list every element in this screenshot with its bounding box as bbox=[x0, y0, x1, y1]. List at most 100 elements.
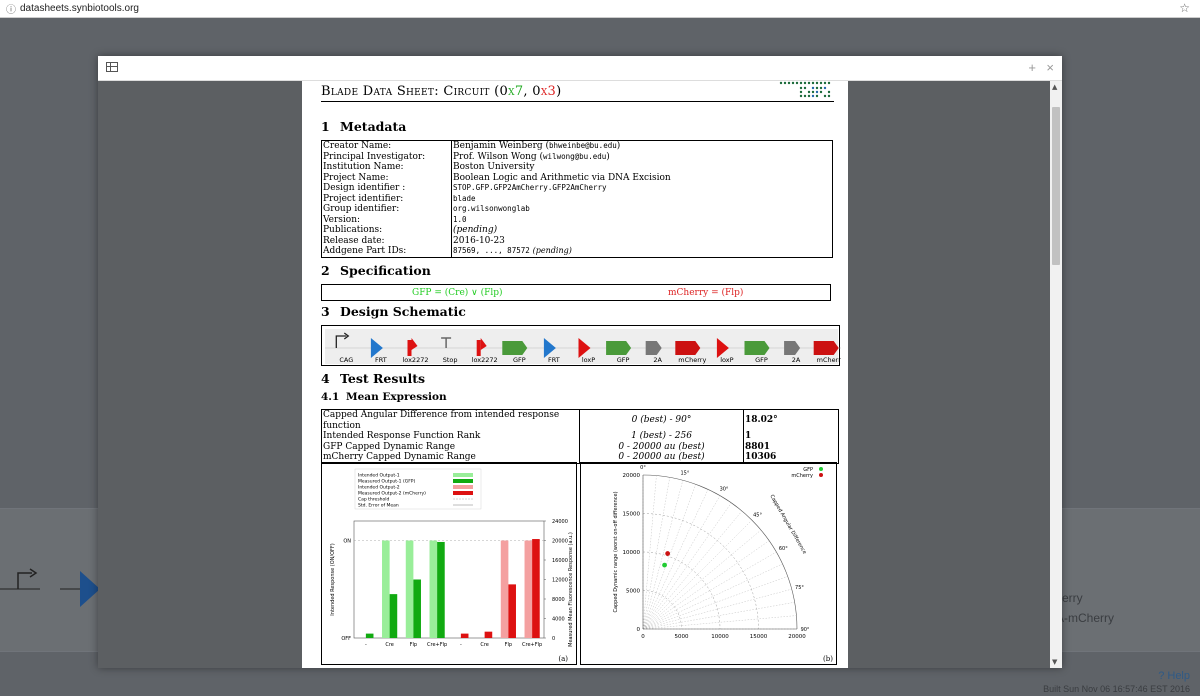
angle-ray bbox=[642, 502, 732, 630]
meta-value: Boston University bbox=[453, 162, 535, 172]
addgene-ids[interactable]: 87569, ..., 87572 bbox=[453, 246, 530, 255]
build-footer: Built Sun Nov 06 16:57:46 EST 2016 bbox=[1043, 684, 1190, 694]
scrollbar[interactable]: ▲ ▼ bbox=[1050, 81, 1062, 668]
part-label: lox2272 bbox=[472, 356, 498, 364]
meta-key: Project Name: bbox=[321, 172, 452, 183]
section-label: Mean Expression bbox=[346, 391, 447, 403]
legend-swatch bbox=[453, 479, 473, 483]
lox2272-icon bbox=[476, 340, 481, 356]
y-tick-label: 5000 bbox=[626, 589, 640, 595]
gfp-cds-icon bbox=[744, 341, 770, 355]
legend-label: mCherry bbox=[791, 473, 813, 479]
chart-legend: Intended Output-1Measured Output-1 (GFP)… bbox=[354, 468, 482, 510]
pi-name: Prof. Wilson Wong ( bbox=[453, 151, 544, 162]
table-row: Design identifier : STOP.GFP.GFP2AmCherry… bbox=[321, 183, 833, 194]
part-label: GFP bbox=[755, 356, 768, 364]
lox2272-icon bbox=[407, 340, 412, 356]
angle-ray bbox=[642, 602, 795, 630]
result-value: 1 bbox=[745, 431, 752, 441]
meta-key: Version: bbox=[321, 214, 452, 225]
meta-value: 1.0 bbox=[453, 214, 467, 224]
part-label: loxP bbox=[582, 356, 595, 364]
creator-name: Benjamin Weinberg ( bbox=[453, 141, 550, 151]
bar-measured bbox=[413, 579, 421, 638]
table-row: Principal Investigator: Prof. Wilson Wong… bbox=[321, 151, 833, 162]
x-tick-label: - bbox=[365, 642, 367, 648]
background-text: erry bbox=[1062, 591, 1083, 605]
paren: ) bbox=[606, 151, 610, 162]
scroll-up-icon[interactable]: ▲ bbox=[1052, 83, 1057, 91]
title-mid: , 0 bbox=[523, 84, 541, 99]
meta-value: 2016-10-23 bbox=[453, 235, 505, 246]
section-number: 1 bbox=[321, 119, 330, 134]
meta-value: STOP.GFP.GFP2AmCherry.GFP2AmCherry bbox=[453, 183, 607, 192]
help-label: Help bbox=[1167, 670, 1190, 682]
y-tick-label: 0 bbox=[637, 627, 641, 633]
result-range: 0 - 20000 au (best) bbox=[579, 441, 744, 452]
bar-measured bbox=[389, 594, 398, 638]
part-label: 2A bbox=[653, 356, 662, 364]
mcherry-cds-icon bbox=[813, 341, 839, 355]
close-button[interactable]: × bbox=[1046, 60, 1054, 75]
bar-intended bbox=[429, 540, 438, 638]
y-tick-label: 10000 bbox=[623, 550, 641, 556]
meta-value: (pending) bbox=[453, 225, 498, 235]
meta-key: Publications: bbox=[321, 225, 452, 236]
angle-tick-label: 60° bbox=[779, 546, 788, 552]
scroll-thumb[interactable] bbox=[1052, 107, 1060, 265]
angle-tick-label: 45° bbox=[753, 512, 762, 518]
part-label: FRT bbox=[375, 356, 387, 364]
part-label: loxP bbox=[720, 356, 733, 364]
section-number: 4 bbox=[321, 371, 330, 386]
angle-tick-label: 0° bbox=[640, 465, 646, 471]
y-tick-label: OFF bbox=[341, 636, 351, 642]
results-table: Capped Angular Difference from intended … bbox=[321, 409, 839, 464]
section-metadata: 1 Metadata bbox=[321, 119, 406, 134]
bar-chart-svg: 0 4000 8000 12000 16000 20000 24000 OFF ON Intend… bbox=[330, 468, 574, 663]
point-mcherry bbox=[665, 551, 671, 556]
x-tick-label: 5000 bbox=[675, 634, 689, 640]
legend-marker bbox=[819, 467, 823, 471]
legend-label: Intended Output-2 bbox=[358, 485, 400, 491]
bar-intended bbox=[382, 540, 390, 638]
help-link[interactable]: ? Help bbox=[1158, 670, 1190, 682]
part-label: 2A bbox=[792, 356, 801, 364]
scroll-down-icon[interactable]: ▼ bbox=[1052, 658, 1057, 666]
title-prefix: Blade Data Sheet: Circuit (0 bbox=[321, 84, 509, 99]
address-bar[interactable]: ⓘ datasheets.synbiotools.org ☆ bbox=[0, 0, 1200, 18]
info-icon[interactable]: ⓘ bbox=[4, 2, 18, 16]
part-label: CAG bbox=[339, 356, 353, 364]
y2-tick-label: 12000 bbox=[552, 578, 568, 584]
table-row: Creator Name: Benjamin Weinberg (bhweinbe… bbox=[321, 140, 833, 152]
background-schematic bbox=[0, 568, 100, 607]
result-value: 18.02° bbox=[745, 415, 778, 426]
creator-email[interactable]: bhweinbe@bu.edu bbox=[549, 141, 617, 150]
expand-button[interactable]: + bbox=[1028, 60, 1036, 75]
part-label: GFP bbox=[617, 356, 630, 364]
title-rule bbox=[321, 101, 834, 102]
bookmark-star-icon[interactable]: ☆ bbox=[1179, 1, 1190, 15]
meta-key: Principal Investigator: bbox=[321, 151, 452, 162]
result-range: 0 (best) - 90° bbox=[579, 409, 744, 431]
y-axis-label: Capped Dynamic range (worst on-off diffe… bbox=[613, 491, 619, 612]
x-tick-label: Cre bbox=[385, 642, 394, 648]
schematic-svg: CAG FRT lox2272 Stop lox2272 GFP FRT loxP GFP 2A m… bbox=[325, 329, 841, 364]
table-row: Addgene Part IDs: 87569, ..., 87572 (pend… bbox=[321, 246, 833, 257]
y2-axis-label: Measured Mean Fluorescence Response (a.u… bbox=[568, 532, 574, 647]
url-text[interactable]: datasheets.synbiotools.org bbox=[20, 3, 139, 14]
y2-tick-label: 8000 bbox=[552, 597, 565, 603]
table-row: Project Name: Boolean Logic and Arithmeti… bbox=[321, 172, 833, 183]
section-number: 3 bbox=[321, 304, 330, 319]
section-number: 4.1 bbox=[321, 391, 340, 403]
y2-tick-label: 0 bbox=[552, 636, 555, 642]
title-x1: x7 bbox=[508, 84, 524, 99]
background-text: A-mCherry bbox=[1056, 611, 1115, 625]
result-label: Capped Angular Difference from intended … bbox=[321, 409, 580, 431]
x-tick-label: Flp bbox=[410, 642, 417, 648]
pi-email[interactable]: wilwong@bu.edu bbox=[543, 152, 606, 161]
mcherry-cds-icon bbox=[675, 341, 701, 355]
table-icon bbox=[106, 62, 118, 72]
bar-measured bbox=[365, 633, 374, 638]
section-design-schematic: 3 Design Schematic bbox=[321, 304, 466, 319]
gfp-cds-icon bbox=[502, 341, 528, 355]
